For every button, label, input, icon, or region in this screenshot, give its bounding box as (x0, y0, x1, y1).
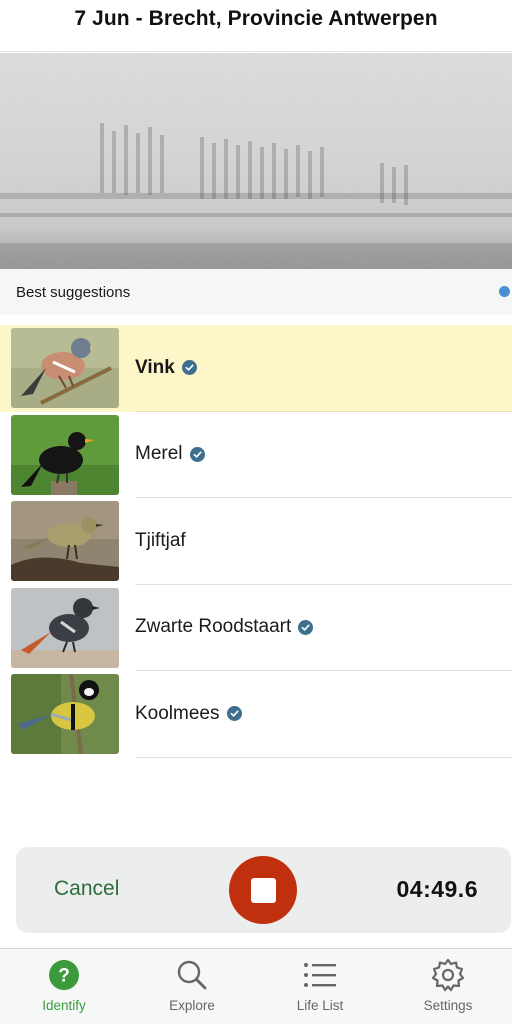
stop-icon (250, 877, 276, 903)
page-title: 7 Jun - Brecht, Provincie Antwerpen (74, 6, 438, 30)
list-item-body: Tjiftjaf (135, 498, 512, 585)
verified-check-icon (226, 706, 242, 722)
list-item[interactable]: Zwarte Roodstaart (0, 585, 512, 671)
list-item-body: Vink (135, 325, 512, 412)
list-item[interactable]: Vink (0, 325, 512, 412)
species-name: Zwarte Roodstaart (135, 616, 292, 638)
species-name: Vink (135, 356, 175, 378)
list-item-body: Zwarte Roodstaart (135, 585, 512, 671)
verified-check-icon (181, 360, 197, 376)
list-item[interactable]: Merel (0, 412, 512, 498)
page-indicator-dot (499, 286, 510, 297)
suggestions-label: Best suggestions (16, 283, 131, 301)
species-name: Merel (135, 443, 183, 465)
spectrogram[interactable] (0, 53, 512, 269)
verified-check-icon (189, 446, 205, 462)
tab-label: Identify (42, 998, 86, 1013)
verified-check-icon (298, 619, 314, 635)
tab-label: Settings (423, 998, 473, 1013)
tab-label: Explore (169, 998, 215, 1013)
species-name: Tjiftjaf (135, 529, 186, 551)
tab-life-list[interactable]: Life List (256, 949, 384, 1024)
great-tit-photo (11, 674, 119, 754)
question-circle-icon: ? (47, 958, 81, 992)
suggestion-list: Vink Merel Tjiftjaf Zwarte Roodstaart Ko… (0, 325, 512, 758)
list-icon (303, 958, 337, 992)
tab-identify[interactable]: ? Identify (0, 949, 128, 1024)
svg-text:?: ? (58, 966, 70, 987)
tab-label: Life List (296, 998, 344, 1013)
stop-recording-button[interactable] (229, 856, 297, 924)
recording-timer: 04:49.6 (396, 876, 478, 902)
chaffinch-photo (11, 328, 119, 408)
list-item[interactable]: Tjiftjaf (0, 498, 512, 585)
search-icon (175, 958, 209, 992)
list-item[interactable]: Koolmees (0, 671, 512, 758)
chiffchaff-photo (11, 501, 119, 581)
blackbird-photo (11, 414, 119, 495)
list-item-body: Merel (135, 412, 512, 498)
tab-explore[interactable]: Explore (128, 949, 256, 1024)
recording-panel: Cancel 04:49.6 (16, 847, 511, 933)
suggestions-header: Best suggestions (0, 269, 512, 315)
black-redstart-photo (11, 587, 119, 668)
gear-icon (431, 958, 465, 992)
list-item-body: Koolmees (135, 671, 512, 758)
tab-settings[interactable]: Settings (384, 949, 512, 1024)
tab-bar: ? Identify Explore Life List Settings (0, 948, 512, 1024)
species-name: Koolmees (135, 702, 220, 724)
cancel-button[interactable]: Cancel (54, 877, 119, 901)
header-bar: 7 Jun - Brecht, Provincie Antwerpen (0, 0, 512, 52)
